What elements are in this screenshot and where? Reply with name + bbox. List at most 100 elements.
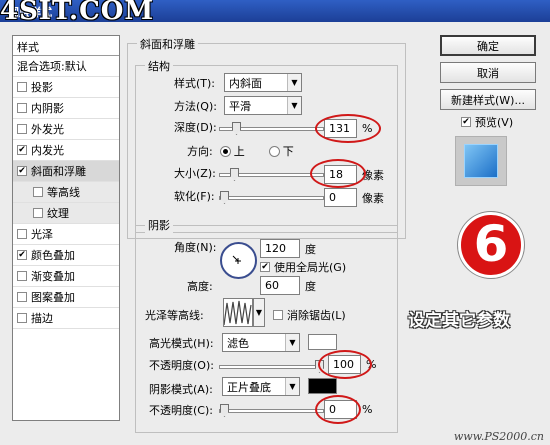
highlight-circle-opacity	[318, 350, 372, 379]
direction-label: 方向:	[187, 145, 213, 158]
stroke-checkbox[interactable]	[17, 313, 27, 323]
style-item-pattern-overlay[interactable]: 图案叠加	[13, 287, 119, 308]
style-item-gradient-overlay[interactable]: 渐变叠加	[13, 266, 119, 287]
style-item-outer-glow[interactable]: 外发光	[13, 119, 119, 140]
altitude-label: 高度:	[187, 280, 213, 293]
style-item-contour[interactable]: 等高线	[13, 182, 119, 203]
style-item-label: 颜色叠加	[31, 249, 75, 262]
highlight-opacity-slider[interactable]	[219, 360, 324, 373]
global-light-checkbox[interactable]: ✔	[260, 262, 270, 272]
gloss-contour-dropdown[interactable]: ▼	[253, 298, 265, 327]
structure-title: 结构	[145, 58, 173, 74]
direction-up-radio[interactable]	[219, 145, 231, 157]
angle-dial[interactable]	[220, 242, 257, 279]
style-preview	[455, 136, 507, 186]
contour-curve-icon	[224, 300, 252, 326]
angle-label: 角度(N):	[174, 241, 217, 254]
depth-slider[interactable]	[219, 122, 324, 135]
shading-title: 阴影	[145, 217, 173, 233]
style-item-label: 等高线	[47, 186, 80, 199]
preview-thumbnail	[464, 144, 498, 178]
style-list-header[interactable]: 样式	[13, 36, 119, 56]
style-item-stroke[interactable]: 描边	[13, 308, 119, 329]
style-item-texture[interactable]: 纹理	[13, 203, 119, 224]
soften-slider[interactable]	[219, 191, 324, 204]
color-overlay-checkbox[interactable]: ✔	[17, 250, 27, 260]
shadow-color-swatch[interactable]	[308, 378, 337, 394]
angle-crosshair-icon	[232, 255, 241, 264]
angle-input[interactable]: 120	[260, 239, 300, 258]
style-item-label: 斜面和浮雕	[31, 165, 86, 178]
highlight-mode-value: 滤色	[227, 336, 249, 350]
highlight-circle-depth	[315, 114, 381, 143]
soften-label: 软化(F):	[174, 190, 215, 203]
soften-unit: 像素	[362, 191, 384, 205]
style-item-label: 外发光	[31, 123, 64, 136]
preview-toggle[interactable]: ✔ 预览(V)	[461, 114, 513, 130]
chevron-down-icon: ▼	[287, 97, 301, 114]
altitude-input[interactable]: 60	[260, 276, 300, 295]
shadow-mode-select[interactable]: 正片叠底 ▼	[222, 377, 300, 396]
preview-checkbox[interactable]: ✔	[461, 117, 471, 127]
gradient-overlay-checkbox[interactable]	[17, 271, 27, 281]
size-slider[interactable]	[219, 168, 324, 181]
gloss-contour-label: 光泽等高线:	[145, 309, 204, 322]
chevron-down-icon: ▼	[285, 334, 299, 351]
step-caption: 设定其它参数	[408, 311, 510, 331]
gloss-contour-picker[interactable]	[223, 298, 253, 327]
inner-glow-checkbox[interactable]: ✔	[17, 145, 27, 155]
technique-label: 方法(Q):	[174, 99, 217, 113]
texture-checkbox[interactable]	[33, 208, 43, 218]
direction-down-label: 下	[282, 145, 294, 158]
highlight-color-swatch[interactable]	[308, 334, 337, 350]
direction-up-label: 上	[233, 145, 245, 158]
depth-label: 深度(D):	[174, 121, 217, 134]
chevron-down-icon: ▼	[254, 299, 264, 326]
drop-shadow-checkbox[interactable]	[17, 82, 27, 92]
direction-down-radio[interactable]	[268, 145, 280, 157]
soften-input[interactable]: 0	[324, 188, 357, 207]
shadow-mode-label: 阴影模式(A):	[149, 383, 213, 396]
outer-glow-checkbox[interactable]	[17, 124, 27, 134]
shadow-mode-value: 正片叠底	[227, 380, 271, 394]
anti-alias-checkbox[interactable]	[273, 310, 283, 320]
satin-checkbox[interactable]	[17, 229, 27, 239]
ok-button[interactable]: 确定	[440, 35, 536, 56]
highlight-opacity-label: 不透明度(O):	[149, 359, 214, 372]
style-item-label: 渐变叠加	[31, 270, 75, 283]
technique-value: 平滑	[229, 99, 251, 113]
style-item-color-overlay[interactable]: ✔ 颜色叠加	[13, 245, 119, 266]
style-item-bevel-emboss[interactable]: ✔ 斜面和浮雕	[13, 161, 119, 182]
style-item-inner-shadow[interactable]: 内阴影	[13, 98, 119, 119]
style-item-satin[interactable]: 光泽	[13, 224, 119, 245]
new-style-button[interactable]: 新建样式(W)...	[440, 89, 536, 110]
pattern-overlay-checkbox[interactable]	[17, 292, 27, 302]
technique-select[interactable]: 平滑 ▼	[224, 96, 302, 115]
style-item-label: 图案叠加	[31, 291, 75, 304]
style-label: 样式(T):	[174, 76, 216, 90]
angle-unit: 度	[305, 242, 316, 256]
bevel-group-title: 斜面和浮雕	[137, 36, 198, 52]
style-item-label: 纹理	[47, 207, 69, 220]
style-item-label: 内发光	[31, 144, 64, 157]
highlight-mode-select[interactable]: 滤色 ▼	[222, 333, 300, 352]
contour-checkbox[interactable]	[33, 187, 43, 197]
site-watermark: 4SIT.COM	[0, 0, 155, 26]
step-number-badge: 6	[458, 212, 524, 278]
shadow-opacity-slider[interactable]	[219, 404, 324, 417]
anti-alias-label: 消除锯齿(L)	[287, 309, 346, 322]
inner-shadow-checkbox[interactable]	[17, 103, 27, 113]
bevel-style-value: 内斜面	[229, 76, 262, 90]
blend-options-item[interactable]: 混合选项:默认	[13, 56, 119, 77]
cancel-button[interactable]: 取消	[440, 62, 536, 83]
chevron-down-icon: ▼	[287, 74, 301, 91]
style-item-label: 光泽	[31, 228, 53, 241]
bevel-style-select[interactable]: 内斜面 ▼	[224, 73, 302, 92]
style-item-inner-glow[interactable]: ✔ 内发光	[13, 140, 119, 161]
bevel-emboss-checkbox[interactable]: ✔	[17, 166, 27, 176]
chevron-down-icon: ▼	[285, 378, 299, 395]
style-item-drop-shadow[interactable]: 投影	[13, 77, 119, 98]
altitude-unit: 度	[305, 279, 316, 293]
shadow-opacity-unit: %	[362, 403, 373, 416]
global-light-label: 使用全局光(G)	[274, 261, 347, 274]
